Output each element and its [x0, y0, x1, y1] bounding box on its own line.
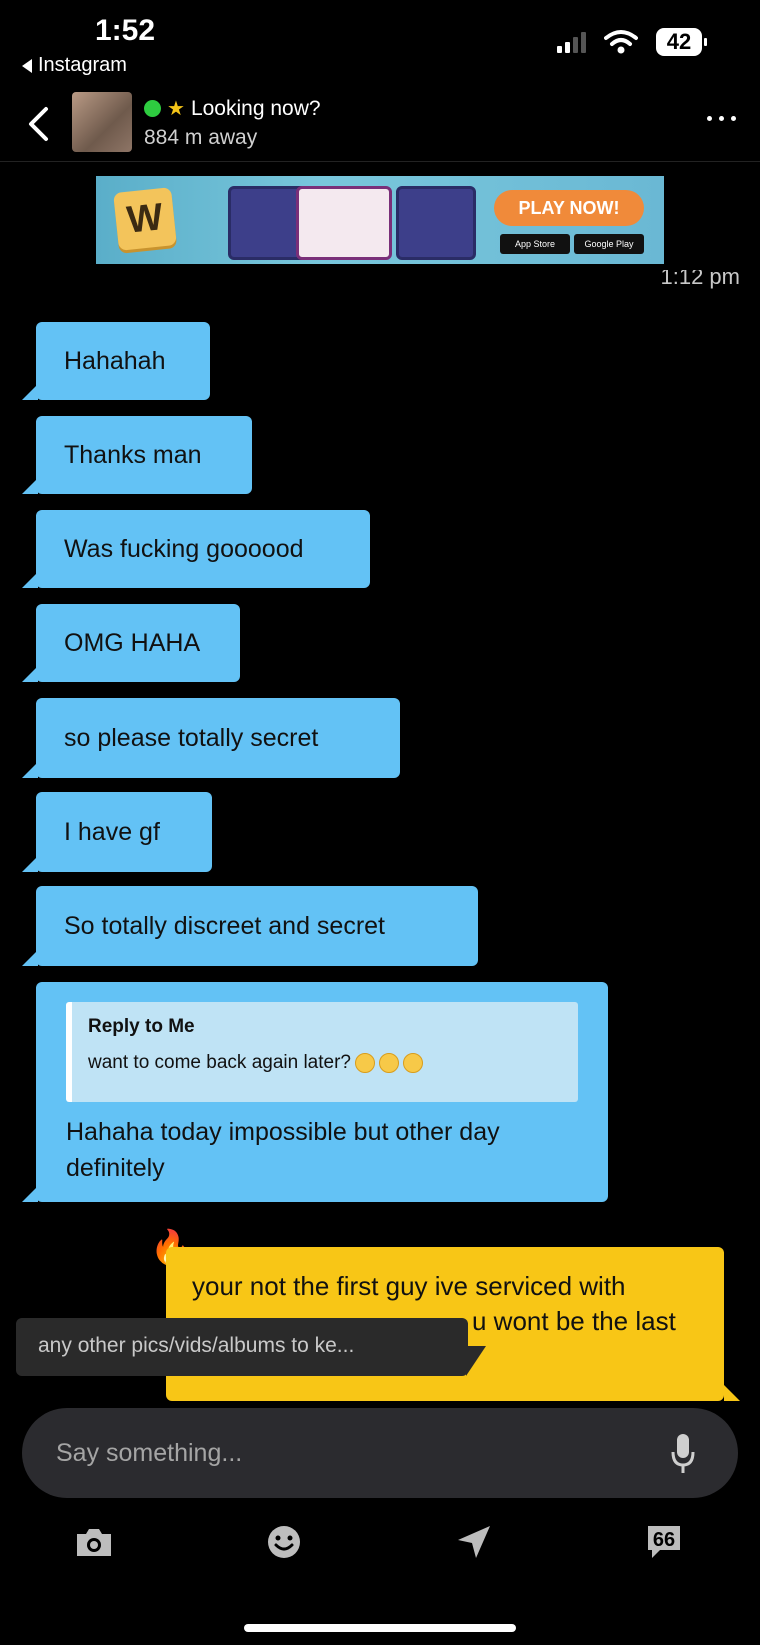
incoming-message[interactable]: Hahahah [22, 322, 210, 400]
message-composer [22, 1408, 738, 1498]
message-text: Was fucking goooood [64, 534, 304, 563]
quoted-text: want to come back again later? [88, 1052, 578, 1074]
ad-app-store-badge[interactable]: App Store [500, 234, 570, 254]
message-text-line: Hahaha today impossible but other day [66, 1118, 500, 1146]
wifi-icon [604, 30, 638, 54]
home-indicator[interactable] [244, 1624, 516, 1632]
message-text: OMG HAHA [64, 628, 201, 657]
status-time: 1:52 [95, 14, 156, 47]
back-app-label: Instagram [38, 54, 127, 76]
profile-distance: 884 m away [144, 126, 258, 149]
battery-level: 42 [666, 29, 692, 54]
message-text: So totally discreet and secret [64, 911, 385, 940]
ad-game-screenshot [396, 186, 476, 260]
profile-title[interactable]: ★ Looking now? [144, 96, 321, 121]
incoming-message[interactable]: I have gf [22, 792, 212, 872]
more-options-icon[interactable] [707, 116, 736, 121]
incoming-message[interactable]: so please totally secret [22, 698, 400, 778]
message-text-line: definitely [66, 1154, 165, 1182]
ad-game-screenshot [296, 186, 392, 260]
ad-play-now-button[interactable]: PLAY NOW! [494, 190, 644, 226]
message-input[interactable] [56, 1430, 636, 1476]
svg-text:66: 66 [653, 1529, 675, 1551]
ad-logo: W [113, 187, 177, 251]
location-icon[interactable] [452, 1520, 496, 1564]
cellular-signal-icon [557, 31, 586, 53]
incoming-message[interactable]: Thanks man [22, 416, 252, 494]
back-triangle-icon [22, 58, 32, 73]
back-chevron-icon[interactable] [24, 106, 52, 142]
battery-icon: 42 [656, 28, 707, 56]
ad-google-play-badge[interactable]: Google Play [574, 234, 644, 254]
ad-banner[interactable]: W PLAY NOW! App Store Google Play [96, 176, 664, 264]
quoted-message: want to come back again later? [88, 1052, 351, 1073]
back-to-instagram-link[interactable]: Instagram [22, 54, 127, 77]
saved-phrases-icon[interactable]: 66 [642, 1520, 686, 1564]
reply-title: Reply to Me [88, 1016, 195, 1037]
saved-phrase-suggestion[interactable]: any other pics/vids/albums to ke... [16, 1318, 486, 1376]
status-indicators: 42 [557, 28, 707, 56]
emoji-icon[interactable] [262, 1520, 306, 1564]
profile-headline: Looking now? [190, 96, 321, 120]
quoted-reply[interactable]: Reply to Me want to come back again late… [66, 1002, 578, 1102]
message-text: so please totally secret [64, 723, 319, 752]
profile-avatar[interactable] [72, 92, 132, 152]
relieved-face-emoji-icon [403, 1053, 423, 1073]
message-timestamp: 1:12 pm [660, 264, 741, 289]
relieved-face-emoji-icon [379, 1053, 399, 1073]
incoming-message[interactable]: Was fucking goooood [22, 510, 370, 588]
online-status-icon [144, 100, 161, 117]
message-text: Hahahah [64, 346, 166, 375]
star-icon: ★ [167, 98, 185, 120]
chat-header: ★ Looking now? 884 m away [0, 86, 760, 162]
reply-message-body: Hahaha today impossible but other day de… [66, 1114, 500, 1186]
incoming-reply-message[interactable]: Reply to Me want to come back again late… [22, 982, 608, 1202]
camera-icon[interactable] [72, 1520, 116, 1564]
message-text: I have gf [64, 817, 160, 846]
incoming-message[interactable]: OMG HAHA [22, 604, 240, 682]
relieved-face-emoji-icon [355, 1053, 375, 1073]
message-text: Thanks man [64, 440, 202, 469]
incoming-message[interactable]: So totally discreet and secret [22, 886, 478, 966]
microphone-icon[interactable] [670, 1432, 696, 1476]
message-text-line: your not the first guy ive serviced with [192, 1271, 626, 1301]
